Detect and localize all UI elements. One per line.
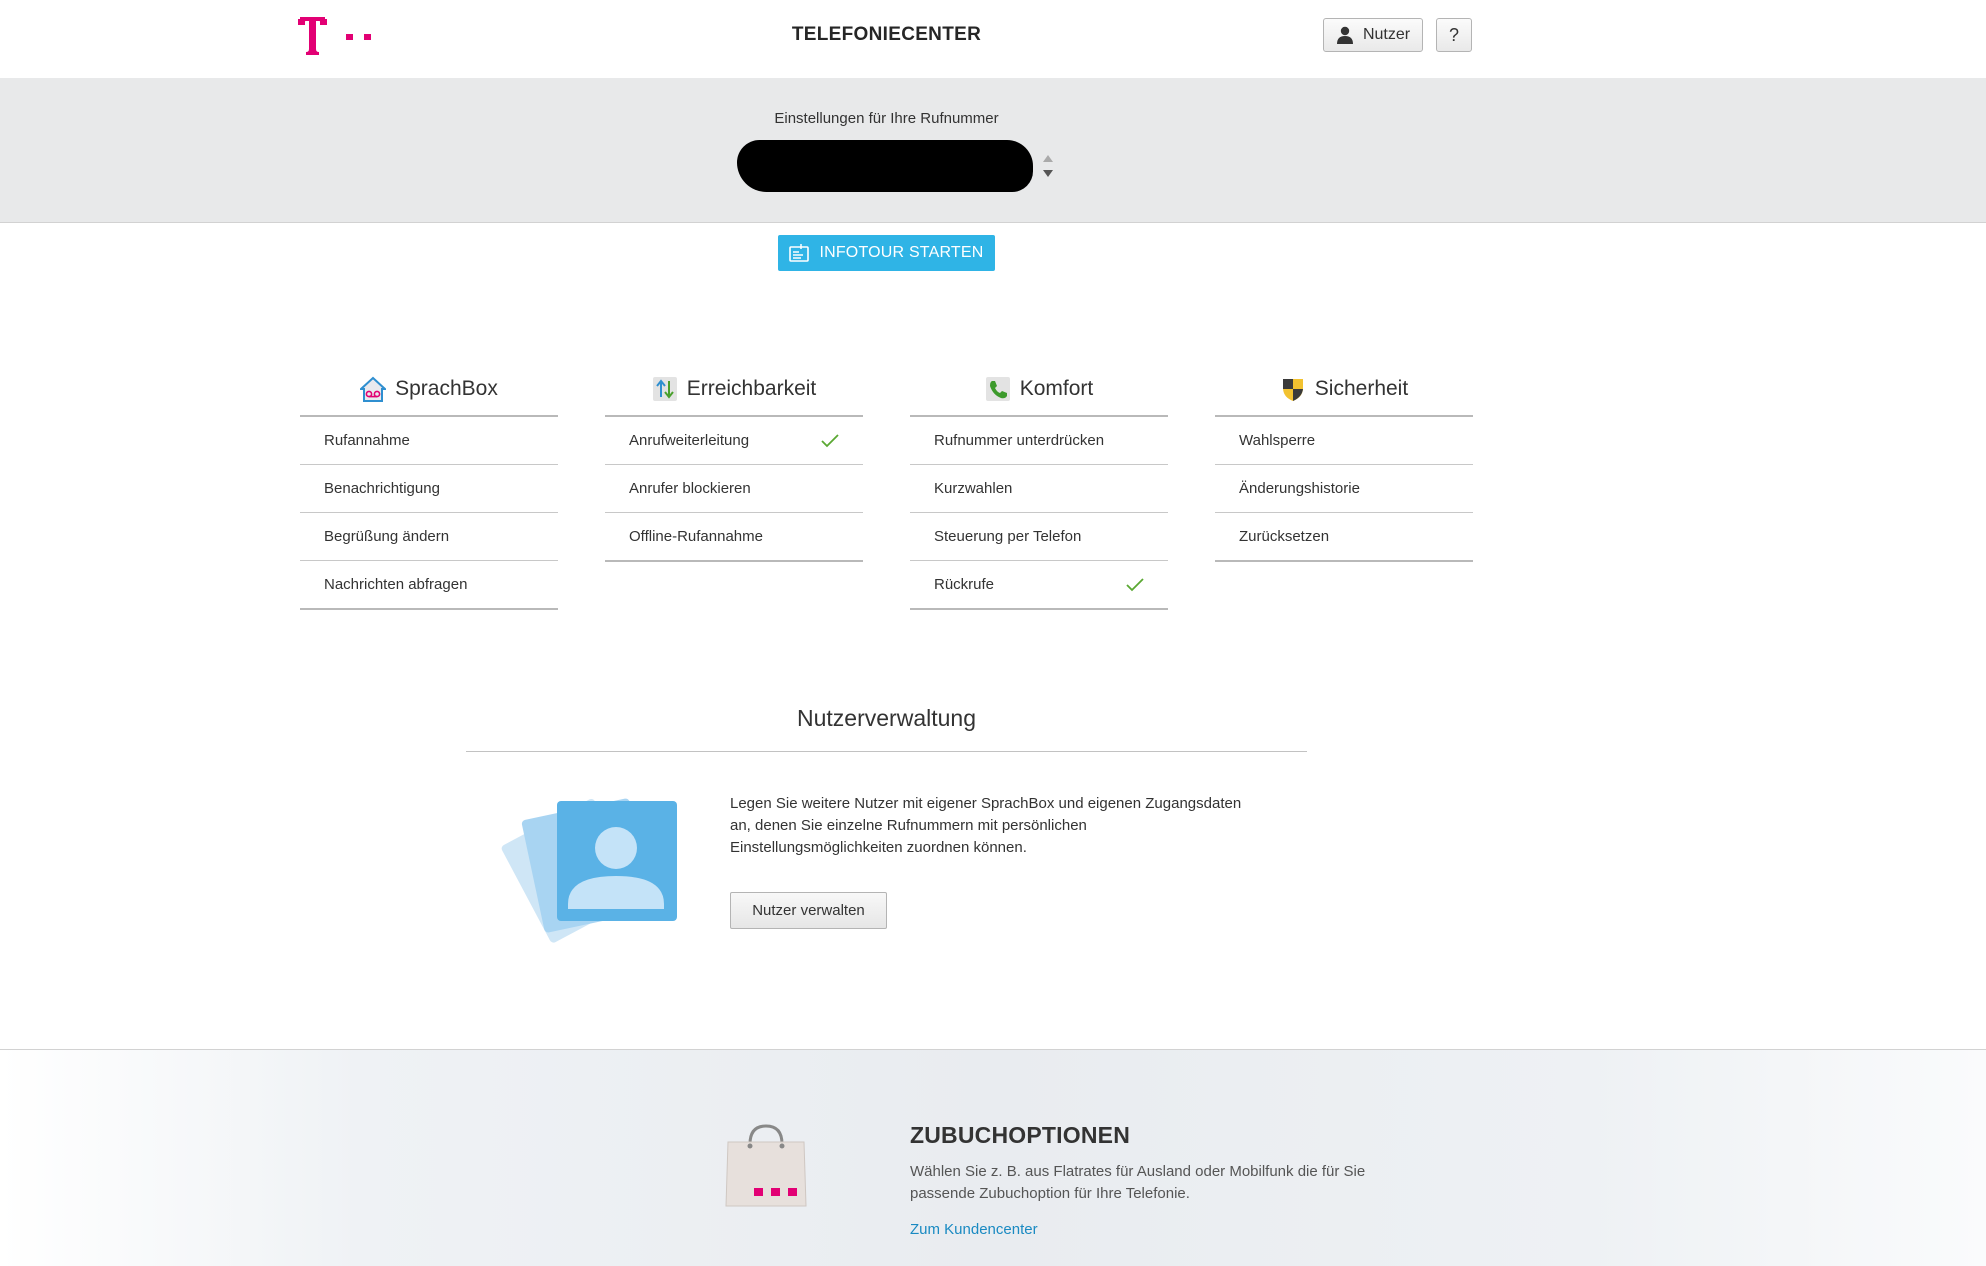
section-erreichbarkeit: Erreichbarkeit Anrufweiterleitung Anrufe… [605, 363, 863, 562]
menu-item-anrufweiterleitung[interactable]: Anrufweiterleitung [605, 417, 863, 465]
section-header-sprachbox: SprachBox [300, 363, 558, 417]
number-selector-label: Einstellungen für Ihre Rufnummer [774, 110, 999, 127]
section-title: Erreichbarkeit [686, 377, 817, 400]
section-header-komfort: Komfort [910, 363, 1168, 417]
menu-item-label: Nachrichten abfragen [324, 576, 468, 593]
user-button[interactable]: Nutzer [1323, 18, 1423, 52]
menu-item-label: Änderungshistorie [1239, 480, 1360, 497]
section-header-sicherheit: Sicherheit [1215, 363, 1473, 417]
phone-number-select-redacted[interactable] [737, 140, 1033, 192]
menu-item-aenderungshistorie[interactable]: Änderungshistorie [1215, 465, 1473, 513]
user-cards-icon [501, 798, 677, 943]
user-management-description: Legen Sie weitere Nutzer mit eigener Spr… [730, 795, 1242, 856]
infotour-start-label: INFOTOUR STARTEN [819, 244, 984, 261]
section-header-erreichbarkeit: Erreichbarkeit [605, 363, 863, 417]
menu-item-rufnummer-unterdruecken[interactable]: Rufnummer unterdrücken [910, 417, 1168, 465]
customer-center-link[interactable]: Zum Kundencenter [910, 1221, 1038, 1238]
menu-item-label: Anrufer blockieren [629, 480, 751, 497]
section-sprachbox: SprachBox Rufannahme Benachrichtigung Be… [300, 363, 558, 610]
phone-handset-icon [985, 377, 1010, 401]
number-spinner-icon[interactable] [1042, 153, 1054, 179]
tour-icon [789, 244, 810, 262]
user-management-divider [466, 751, 1307, 752]
check-icon [1126, 577, 1144, 591]
menu-item-rueckrufe[interactable]: Rückrufe [910, 561, 1168, 610]
menu-item-label: Zurücksetzen [1239, 528, 1330, 545]
infotour-start-button[interactable]: INFOTOUR STARTEN [778, 235, 995, 271]
section-sicherheit: Sicherheit Wahlsperre Änderungshistorie … [1215, 363, 1473, 562]
menu-item-label: Begrüßung ändern [324, 528, 450, 545]
menu-item-label: Kurzwahlen [934, 480, 1013, 497]
addons-footer: ZUBUCHOPTIONEN Wählen Sie z. B. aus Flat… [0, 1049, 1986, 1266]
menu-item-label: Rufnummer unterdrücken [934, 432, 1105, 449]
number-selector-band: Einstellungen für Ihre Rufnummer [0, 78, 1986, 223]
menu-item-wahlsperre[interactable]: Wahlsperre [1215, 417, 1473, 465]
shield-icon [1282, 379, 1303, 401]
menu-item-nachrichten-abfragen[interactable]: Nachrichten abfragen [300, 561, 558, 610]
menu-item-label: Anrufweiterleitung [629, 432, 750, 449]
menu-item-zuruecksetzen[interactable]: Zurücksetzen [1215, 513, 1473, 562]
section-title: Sicherheit [1314, 377, 1409, 400]
voicemail-house-icon [360, 376, 387, 402]
menu-item-label: Rückrufe [934, 576, 995, 593]
top-bar: TELEFONIECENTER Nutzer ? [0, 0, 1986, 79]
menu-item-anrufer-blockieren[interactable]: Anrufer blockieren [605, 465, 863, 513]
app-title: TELEFONIECENTER [791, 24, 982, 45]
addons-title: ZUBUCHOPTIONEN [910, 1122, 1131, 1148]
section-title: SprachBox [395, 377, 498, 400]
shopping-bag-icon [725, 1124, 807, 1207]
menu-item-label: Offline-Rufannahme [629, 528, 763, 545]
menu-item-kurzwahlen[interactable]: Kurzwahlen [910, 465, 1168, 513]
menu-item-steuerung-per-telefon[interactable]: Steuerung per Telefon [910, 513, 1168, 561]
menu-item-label: Wahlsperre [1239, 432, 1316, 449]
user-management-title: Nutzerverwaltung [797, 705, 976, 731]
user-icon [1336, 26, 1353, 44]
menu-item-offline-rufannahme[interactable]: Offline-Rufannahme [605, 513, 863, 562]
menu-item-benachrichtigung[interactable]: Benachrichtigung [300, 465, 558, 513]
check-icon [821, 433, 839, 447]
user-button-label: Nutzer [1362, 26, 1411, 43]
addons-description: Wählen Sie z. B. aus Flatrates für Ausla… [910, 1163, 1366, 1202]
menu-item-label: Rufannahme [324, 432, 410, 449]
help-button[interactable]: ? [1436, 18, 1472, 52]
call-arrows-icon [652, 377, 677, 401]
menu-item-rufannahme[interactable]: Rufannahme [300, 417, 558, 465]
menu-item-begruessung-aendern[interactable]: Begrüßung ändern [300, 513, 558, 561]
menu-item-label: Benachrichtigung [324, 480, 440, 497]
manage-users-button[interactable]: Nutzer verwalten [730, 892, 887, 929]
section-komfort: Komfort Rufnummer unterdrücken Kurzwahle… [910, 363, 1168, 610]
section-title: Komfort [1019, 377, 1094, 400]
menu-item-label: Steuerung per Telefon [934, 528, 1082, 545]
